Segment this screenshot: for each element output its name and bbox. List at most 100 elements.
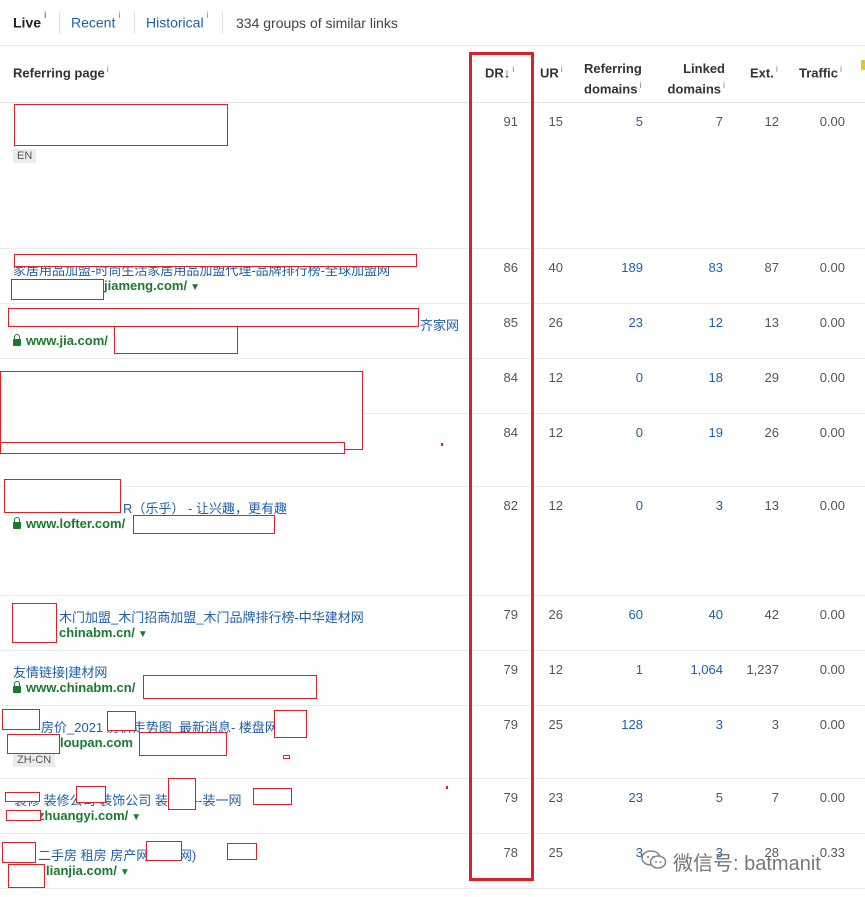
redaction-box [4,479,121,513]
redaction-box [5,792,40,802]
dropdown-caret-icon[interactable]: ▼ [120,867,130,878]
cell-ur: 12 [548,498,563,513]
cell-ext: 13 [764,315,779,330]
referring-page-url[interactable]: www.chinabm.cn/ [13,680,135,695]
dropdown-caret-icon[interactable]: ▼ [138,629,148,640]
redaction-box [139,732,227,756]
cell-referring-domains[interactable]: 23 [580,790,643,805]
info-icon[interactable]: i [639,80,641,90]
redaction-box [2,842,36,863]
tab-live-label: Live [13,14,42,31]
cell-referring-domains[interactable]: 128 [580,717,643,732]
cell-linked-domains[interactable]: 83 [660,260,723,275]
cell-linked-domains[interactable]: 7 [660,114,723,129]
tab-recent[interactable]: Recent i [71,10,120,31]
header-divider [0,102,865,103]
header-referring-page[interactable]: Referring page i [13,61,109,81]
cell-referring-domains[interactable]: 60 [580,607,643,622]
referring-page-title[interactable]: 木门加盟_木门招商加盟_木门品牌排行榜-中华建材网 [59,607,364,626]
cell-referring-domains[interactable]: 0 [580,498,643,513]
cell-referring-domains[interactable]: 189 [580,260,643,275]
redaction-box [14,254,417,267]
redaction-box [227,843,257,860]
cell-linked-domains[interactable]: 19 [660,425,723,440]
wechat-icon [641,850,667,869]
redaction-box [146,841,182,861]
referring-page-title[interactable]: 装修 装修公司 装饰公司 装修网--装一网 [14,790,242,809]
info-icon[interactable]: i [561,64,563,74]
cell-referring-domains[interactable]: 0 [580,425,643,440]
cell-traffic: 0.00 [819,114,845,129]
info-icon[interactable]: i [840,64,842,74]
row-divider [0,595,865,596]
referring-page-url[interactable]: jiameng.com/▼ [104,278,200,293]
url-text: www.chinabm.cn/ [26,680,136,695]
lock-icon [13,334,21,346]
header-label: Traffic [799,65,839,81]
cell-ur: 23 [548,790,563,805]
header-label: Ext. [750,65,774,81]
cell-referring-domains[interactable]: 3 [580,845,643,860]
info-icon[interactable]: i [107,64,109,74]
cell-traffic: 0.00 [819,315,845,330]
redaction-box [11,279,104,300]
header-ur[interactable]: UR i [540,61,563,81]
referring-page-url[interactable]: lianjia.com/▼ [46,863,130,878]
cell-referring-domains[interactable]: 5 [580,114,643,129]
header-ext[interactable]: Ext. i [750,61,778,81]
referring-page-url[interactable]: www.jia.com/ [13,333,108,348]
cell-ext: 42 [764,607,779,622]
referring-page-title[interactable]: 友情链接|建材网 [13,662,107,681]
redaction-box [2,709,40,730]
cell-ur: 26 [548,607,563,622]
cell-linked-domains[interactable]: 12 [660,315,723,330]
referring-page-url[interactable]: loupan.com [60,735,133,750]
referring-page-title[interactable]: 齐家网 [420,315,459,334]
header-traffic[interactable]: Traffic i [799,61,842,81]
groups-summary: 334 groups of similar links [236,15,398,31]
cell-linked-domains[interactable]: 3 [660,498,723,513]
cell-linked-domains[interactable]: 5 [660,790,723,805]
header-label: Linked [683,61,725,76]
info-icon[interactable]: i [207,10,209,20]
header-linked-domains[interactable]: Linked domains i [665,61,725,97]
top-tab-bar: Live i Recent i Historical i 334 groups of … [0,0,865,46]
cell-referring-domains[interactable]: 0 [580,370,643,385]
header-label: Referring [584,61,642,76]
cell-ext: 1,237 [746,662,779,677]
cell-ur: 15 [548,114,563,129]
annotation-mark [446,786,448,789]
tab-divider [222,12,223,34]
referring-page-url[interactable]: www.lofter.com/ [13,516,125,531]
lock-icon [13,517,21,529]
url-text: chinabm.cn/ [59,625,135,640]
tab-historical[interactable]: Historical i [146,10,209,31]
referring-page-url[interactable]: zhuangyi.com/▼ [38,808,141,823]
cell-referring-domains[interactable]: 23 [580,315,643,330]
tab-divider [59,12,60,34]
cell-linked-domains[interactable]: 40 [660,607,723,622]
info-icon[interactable]: i [44,10,47,20]
header-referring-domains[interactable]: Referring domains i [584,61,642,97]
cell-ur: 26 [548,315,563,330]
tab-live[interactable]: Live i [13,10,47,31]
dropdown-caret-icon[interactable]: ▼ [131,812,141,823]
info-icon[interactable]: i [723,80,725,90]
cell-traffic: 0.00 [819,260,845,275]
cell-referring-domains[interactable]: 1 [580,662,643,677]
language-badge: ZH-CN [13,753,56,767]
cell-linked-domains[interactable]: 18 [660,370,723,385]
info-icon[interactable]: i [776,64,778,74]
referring-page-url[interactable]: chinabm.cn/▼ [59,625,148,640]
dropdown-caret-icon[interactable]: ▼ [190,282,200,293]
tab-recent-label: Recent [71,14,116,31]
cell-linked-domains[interactable]: 1,064 [660,662,723,677]
cell-linked-domains[interactable]: 3 [660,717,723,732]
info-icon[interactable]: i [118,10,120,20]
cell-traffic: 0.00 [819,370,845,385]
cell-ext: 26 [764,425,779,440]
language-badge: EN [13,149,37,163]
row-divider [0,358,865,359]
row-divider [0,303,865,304]
url-text: jiameng.com/ [104,278,188,293]
